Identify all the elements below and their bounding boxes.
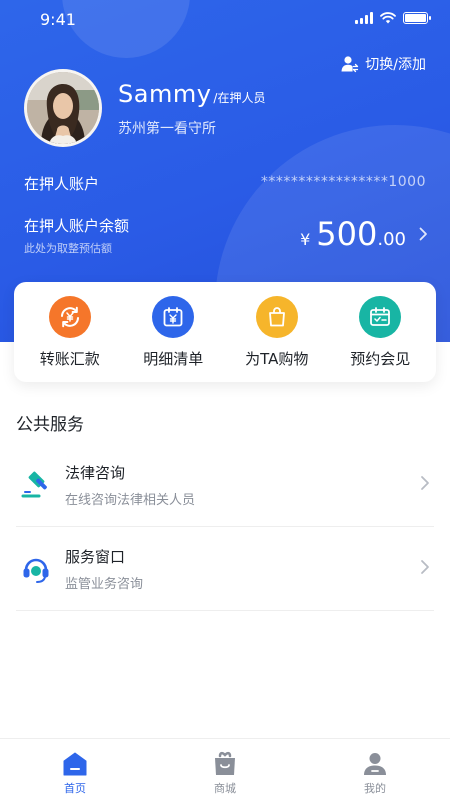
balance-integer: 500 (316, 215, 378, 253)
balance-decimal: .00 (377, 229, 406, 250)
tab-mine-label: 我的 (364, 782, 386, 795)
calendar-yuan-icon (152, 295, 195, 338)
status-icons (355, 12, 431, 24)
calendar-check-icon (359, 295, 402, 338)
account-label: 在押人账户 (24, 175, 100, 193)
home-icon (63, 752, 87, 776)
action-shopping[interactable]: 为TA购物 (227, 295, 327, 369)
user-role: /在押人员 (213, 91, 266, 105)
quick-actions-card: 转账汇款 明细清单 为TA购物 预约会见 (14, 282, 436, 382)
battery-icon (403, 12, 431, 24)
shop-icon (215, 751, 235, 775)
avatar[interactable] (24, 69, 102, 147)
service-legal-consult[interactable]: 法律咨询 在线咨询法律相关人员 (16, 443, 434, 527)
action-transfer-label: 转账汇款 (39, 349, 100, 368)
service-service-window[interactable]: 服务窗口 监管业务咨询 (16, 527, 434, 611)
service-title: 法律咨询 (65, 463, 126, 482)
service-subtitle: 监管业务咨询 (65, 576, 144, 592)
action-appointment[interactable]: 预约会见 (330, 295, 430, 369)
tab-shop[interactable]: 商城 (150, 739, 300, 800)
switch-add-label: 切换/添加 (365, 57, 426, 73)
action-appointment-label: 预约会见 (350, 349, 411, 368)
person-icon (364, 753, 386, 775)
action-statement-label: 明细清单 (143, 349, 204, 368)
avatar-photo (27, 72, 99, 144)
balance-label: 在押人账户余额 (24, 217, 130, 235)
shopping-bag-icon (255, 295, 298, 338)
user-name: Sammy (118, 80, 212, 108)
service-title: 服务窗口 (65, 547, 126, 566)
action-shopping-label: 为TA购物 (245, 349, 309, 368)
chevron-right-icon (421, 476, 429, 490)
status-time: 9:41 (40, 10, 76, 29)
tab-shop-label: 商城 (214, 782, 236, 795)
wifi-icon (380, 12, 396, 24)
user-name-row: Sammy /在押人员 (118, 80, 265, 108)
transfer-yuan-icon (48, 295, 91, 338)
status-bar: 9:41 (0, 0, 450, 38)
service-subtitle: 在线咨询法律相关人员 (65, 492, 196, 508)
tab-mine[interactable]: 我的 (300, 739, 450, 800)
headset-icon (18, 551, 54, 587)
action-transfer[interactable]: 转账汇款 (20, 295, 120, 369)
balance-hint: 此处为取整预估额 (24, 242, 112, 255)
chevron-right-icon (419, 227, 427, 241)
tab-home-label: 首页 (64, 782, 86, 795)
action-statement[interactable]: 明细清单 (123, 295, 223, 369)
section-title: 公共服务 (16, 415, 84, 435)
facility-name: 苏州第一看守所 (118, 121, 216, 137)
user-switch-icon (341, 56, 359, 73)
tab-home[interactable]: 首页 (0, 739, 150, 800)
tab-bar: 首页 商城 我的 (0, 738, 450, 800)
balance-currency: ¥ (300, 230, 311, 249)
chevron-right-icon (421, 560, 429, 574)
balance-amount[interactable]: ¥ 500 .00 (300, 215, 428, 253)
gavel-icon (18, 467, 54, 503)
account-number: *****************1000 (260, 174, 426, 190)
signal-icon (355, 12, 373, 24)
switch-add-button[interactable]: 切换/添加 (341, 54, 426, 74)
